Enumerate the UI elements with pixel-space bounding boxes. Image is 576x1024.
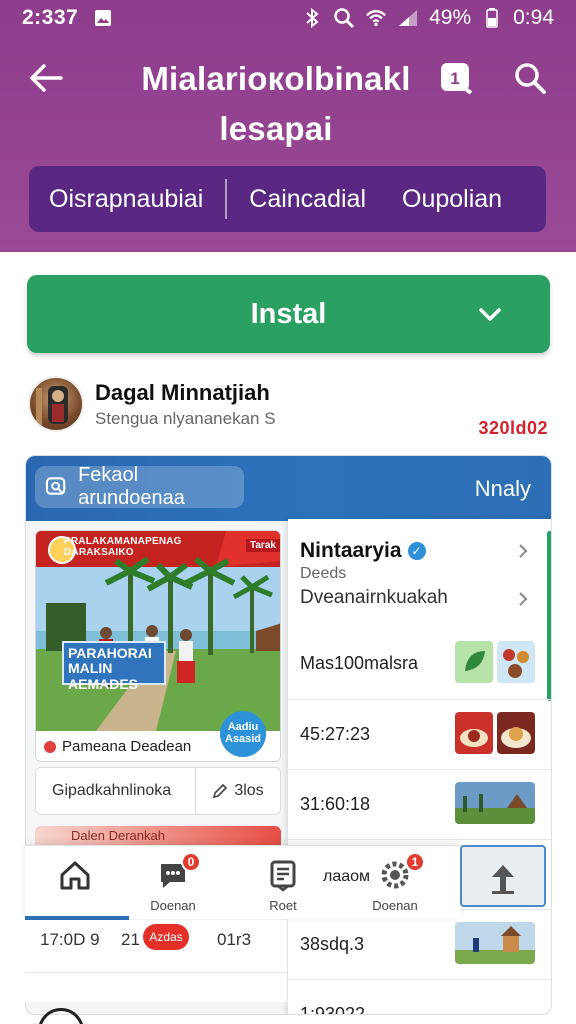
battery-percent: 49% xyxy=(429,6,472,29)
list-item[interactable]: Mas100malsra xyxy=(288,629,551,699)
install-button[interactable]: Instal xyxy=(27,275,550,353)
tab-3[interactable]: Oupolian xyxy=(384,185,520,214)
notification-badge: 0 xyxy=(181,852,201,872)
list-title[interactable]: Nintaaryia ✓ xyxy=(300,539,426,563)
promo-caption-text: Pameana Deadean xyxy=(62,738,192,755)
secondary-action-label: 3los xyxy=(234,782,264,799)
list-item[interactable]: 45:27:23 xyxy=(288,699,551,769)
status-bar: 2:337 49% 0:94 xyxy=(0,0,576,36)
developer-name: Dagal Minnatjiah xyxy=(95,380,270,405)
developer-code: 320ld02 xyxy=(478,418,548,438)
bottom-navigation: 0 Doenan Roet 1 Doenan лааом xyxy=(25,845,461,920)
chevron-right-icon xyxy=(519,544,528,558)
promo-caption: Pameana Deadean xyxy=(44,738,191,755)
tab-1[interactable]: Oisrapnaubiai xyxy=(29,185,221,214)
card-action-row: Gipadkahnlinoka 3los xyxy=(35,767,281,815)
hut-thumbnail xyxy=(455,922,535,964)
tab-2[interactable]: Caincadial xyxy=(231,185,384,214)
card-header-right[interactable]: Nnaly xyxy=(475,476,531,502)
next-list-item[interactable] xyxy=(25,972,287,1002)
list-item-label: 1:93022 xyxy=(300,1004,366,1015)
dish-thumbnail xyxy=(455,712,493,754)
receipt-icon xyxy=(270,860,296,892)
signal-icon xyxy=(397,7,419,29)
arrow-left-icon xyxy=(30,64,63,92)
card-header: Fekaol arundoenaa Nnaly xyxy=(26,456,551,521)
notification-badge-icon: 1 xyxy=(441,63,473,95)
stat-c: 01r3 xyxy=(217,930,252,949)
beach-scene-illustration xyxy=(36,531,280,731)
list-title-text: Nintaaryia xyxy=(300,539,402,562)
stat-b: 21 xyxy=(121,930,140,949)
leaf-thumbnail xyxy=(455,641,493,683)
food-thumbnail xyxy=(497,641,535,683)
promo-badge: Tarak xyxy=(246,539,280,552)
back-button[interactable] xyxy=(24,56,68,100)
page-title: Mialarioкolbinakl lesapai xyxy=(141,60,411,147)
status-time: 2:337 xyxy=(22,6,79,29)
promo-banner-text: PRALAKAMANAPENAG DARAKSAIKO xyxy=(64,536,182,558)
promo-signboard: PARAHORAI MALIN AEMADES xyxy=(62,641,166,691)
list-item-label: 45:27:23 xyxy=(300,724,371,744)
promo-circle-badge: Aadiu Asasid xyxy=(220,711,266,757)
dish-thumbnail xyxy=(497,712,535,754)
verified-icon: ✓ xyxy=(407,542,426,560)
search-icon xyxy=(515,63,546,94)
category-tabs: Oisrapnaubiai Caincadial Oupolian xyxy=(29,166,546,232)
nav-home[interactable] xyxy=(25,846,125,918)
promo-strip-label: Dalen Derankah xyxy=(71,828,165,843)
nav-overlay-label: лааом xyxy=(323,868,371,885)
tab-divider xyxy=(225,179,228,219)
list-item[interactable]: 1:93022 xyxy=(288,979,551,1015)
list-item-label: 38sdq.3 xyxy=(300,934,365,954)
secondary-action-button[interactable]: 3los xyxy=(196,782,280,800)
list-description[interactable]: Dveanairnkuakah xyxy=(300,587,448,609)
edit-icon xyxy=(213,783,228,799)
notification-button[interactable]: 1 xyxy=(434,56,478,100)
notification-badge: 1 xyxy=(405,852,425,872)
nav-chat[interactable]: 0 Doenan xyxy=(123,846,223,918)
nav-receipt[interactable]: Roet xyxy=(233,846,333,918)
developer-row[interactable]: Dagal Minnatjiah Stengua nlyananekan S 3… xyxy=(28,376,552,438)
search-button[interactable] xyxy=(508,56,552,100)
app-header: 2:337 49% 0:94 Mialarioкolbinakl lesapai… xyxy=(0,0,576,252)
avatar xyxy=(28,376,84,432)
home-icon xyxy=(60,861,90,890)
promo-image-card[interactable]: PRALAKAMANAPENAG DARAKSAIKO Tarak PARAHO… xyxy=(35,530,281,762)
chevron-right-icon xyxy=(519,592,528,606)
install-label: Instal xyxy=(250,297,327,330)
bluetooth-icon xyxy=(301,7,323,29)
list-item-label: 31:60:18 xyxy=(300,794,371,814)
developer-subtitle: Stengua nlyananekan S xyxy=(95,409,276,428)
list-item[interactable]: 38sdq.3 xyxy=(288,909,551,979)
village-thumbnail xyxy=(455,782,535,824)
stat-a: 17:0D 9 xyxy=(40,930,100,949)
list-item-label: Mas100malsra xyxy=(300,653,419,673)
chevron-down-icon xyxy=(479,308,501,321)
upload-button[interactable] xyxy=(460,845,546,907)
list-item[interactable]: 31:60:18 xyxy=(288,769,551,839)
live-dot-icon xyxy=(44,740,56,753)
search-status-icon xyxy=(333,7,355,29)
wifi-icon xyxy=(365,7,387,29)
upload-icon xyxy=(492,865,514,894)
primary-action-button[interactable]: Gipadkahnlinoka xyxy=(36,768,196,814)
battery-icon xyxy=(481,7,503,29)
speech-bubble[interactable]: Azdas xyxy=(143,924,189,950)
status-clock: 0:94 xyxy=(513,6,554,29)
card-search-label: Fekaol arundoenaa xyxy=(78,464,185,509)
list-subtitle: Deeds xyxy=(300,565,347,582)
detail-list-panel: Nintaaryia ✓ Deeds Dveanairnkuakah Mas10… xyxy=(288,519,551,1015)
bottom-stats-row: 17:0D 9 21 Azdas 01r3 xyxy=(25,920,287,972)
chat-search-icon xyxy=(45,477,66,495)
card-search-chip[interactable]: Fekaol arundoenaa xyxy=(35,464,244,509)
svg-text:1: 1 xyxy=(450,69,459,88)
image-notification-icon xyxy=(92,7,114,29)
